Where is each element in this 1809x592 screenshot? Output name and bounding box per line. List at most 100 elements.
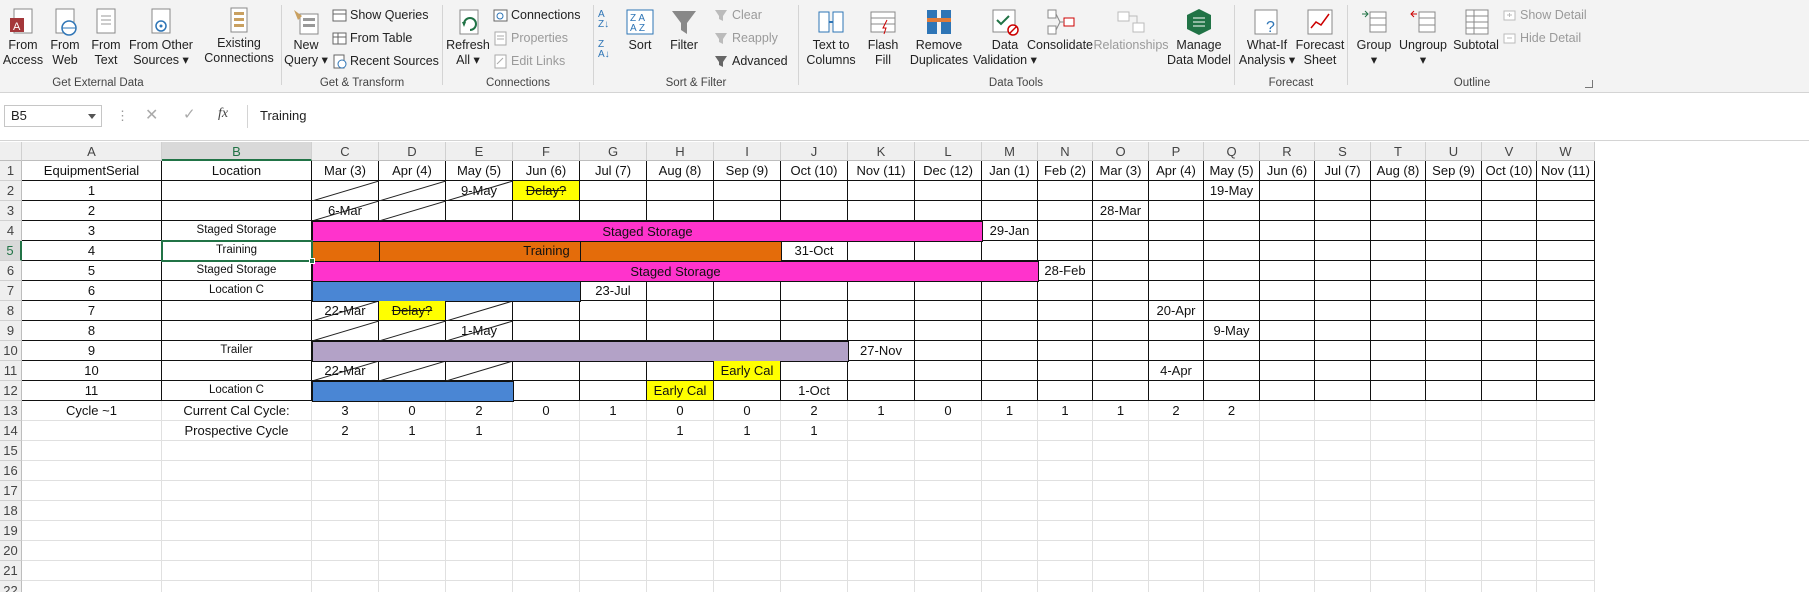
cell-i17[interactable]: [714, 481, 781, 501]
cell-q12[interactable]: [1204, 381, 1260, 401]
cell-u3[interactable]: [1426, 201, 1482, 221]
cell-u5[interactable]: [1426, 241, 1482, 261]
cell-r14[interactable]: [1260, 421, 1315, 441]
refresh-all-button[interactable]: Refresh All ▾: [446, 4, 490, 74]
column-header-e[interactable]: E: [446, 142, 513, 161]
cell-s10[interactable]: [1315, 341, 1371, 361]
cell-e21[interactable]: [446, 561, 513, 581]
column-header-n[interactable]: N: [1038, 142, 1093, 161]
cell-k9[interactable]: [848, 321, 915, 341]
cell-l11[interactable]: [915, 361, 982, 381]
cell-l18[interactable]: [915, 501, 982, 521]
cell-v1[interactable]: Oct (10): [1482, 161, 1537, 181]
cell-a12[interactable]: 11: [22, 381, 162, 401]
timeline-bar-staged-storage[interactable]: Staged Storage: [312, 221, 983, 242]
cell-m12[interactable]: [982, 381, 1038, 401]
cell-r21[interactable]: [1260, 561, 1315, 581]
spreadsheet-grid[interactable]: A B C D E F G H I J K L M N O P Q R S T U V W 1 2 3 4 5 6 7 8 9 10 11 12 13…: [0, 142, 1809, 592]
cell-u13[interactable]: [1426, 401, 1482, 421]
cell-o3[interactable]: 28-Mar: [1093, 201, 1149, 221]
cell-l13[interactable]: 0: [915, 401, 982, 421]
cell-w17[interactable]: [1537, 481, 1595, 501]
cell-l7[interactable]: [915, 281, 982, 301]
cell-q1[interactable]: May (5): [1204, 161, 1260, 181]
cell-b17[interactable]: [162, 481, 312, 501]
cell-l21[interactable]: [915, 561, 982, 581]
filter-button[interactable]: Filter: [664, 4, 704, 74]
cell-d15[interactable]: [379, 441, 446, 461]
cell-d13[interactable]: 0: [379, 401, 446, 421]
cell-j14[interactable]: 1: [781, 421, 848, 441]
cell-j1[interactable]: Oct (10): [781, 161, 848, 181]
cell-e19[interactable]: [446, 521, 513, 541]
cell-r3[interactable]: [1260, 201, 1315, 221]
cell-c1[interactable]: Mar (3): [312, 161, 379, 181]
cell-b11[interactable]: [162, 361, 312, 381]
cell-w11[interactable]: [1537, 361, 1595, 381]
cell-a16[interactable]: [22, 461, 162, 481]
cell-k15[interactable]: [848, 441, 915, 461]
cell-g12[interactable]: [580, 381, 647, 401]
cell-e13[interactable]: 2: [446, 401, 513, 421]
cell-a6[interactable]: 5: [22, 261, 162, 281]
cell-w20[interactable]: [1537, 541, 1595, 561]
cell-v15[interactable]: [1482, 441, 1537, 461]
cell-r13[interactable]: [1260, 401, 1315, 421]
cell-s22[interactable]: [1315, 581, 1371, 592]
cell-v14[interactable]: [1482, 421, 1537, 441]
cell-i21[interactable]: [714, 561, 781, 581]
cell-u20[interactable]: [1426, 541, 1482, 561]
cell-s5[interactable]: [1315, 241, 1371, 261]
cell-q2[interactable]: 19-May: [1204, 181, 1260, 201]
cell-q5[interactable]: [1204, 241, 1260, 261]
cell-o21[interactable]: [1093, 561, 1149, 581]
cell-p10[interactable]: [1149, 341, 1204, 361]
cell-j9[interactable]: [781, 321, 848, 341]
cell-k22[interactable]: [848, 581, 915, 592]
cell-t18[interactable]: [1371, 501, 1426, 521]
cell-g17[interactable]: [580, 481, 647, 501]
cell-e3[interactable]: [446, 201, 513, 221]
cell-i8[interactable]: [714, 301, 781, 321]
cell-i3[interactable]: [714, 201, 781, 221]
cell-o4[interactable]: [1093, 221, 1149, 241]
cell-n19[interactable]: [1038, 521, 1093, 541]
cell-p6[interactable]: [1149, 261, 1204, 281]
cell-n8[interactable]: [1038, 301, 1093, 321]
cell-n15[interactable]: [1038, 441, 1093, 461]
cell-w9[interactable]: [1537, 321, 1595, 341]
cell-v8[interactable]: [1482, 301, 1537, 321]
recent-sources-button[interactable]: Recent Sources: [332, 51, 439, 71]
cell-o8[interactable]: [1093, 301, 1149, 321]
cell-o16[interactable]: [1093, 461, 1149, 481]
cell-h8[interactable]: [647, 301, 714, 321]
row-header-21[interactable]: 21: [0, 561, 22, 581]
cell-w15[interactable]: [1537, 441, 1595, 461]
cell-r4[interactable]: [1260, 221, 1315, 241]
cell-k14[interactable]: [848, 421, 915, 441]
cell-u19[interactable]: [1426, 521, 1482, 541]
cell-m22[interactable]: [982, 581, 1038, 592]
cell-v6[interactable]: [1482, 261, 1537, 281]
row-header-20[interactable]: 20: [0, 541, 22, 561]
cell-p19[interactable]: [1149, 521, 1204, 541]
cell-q13[interactable]: 2: [1204, 401, 1260, 421]
cell-w10[interactable]: [1537, 341, 1595, 361]
cell-g20[interactable]: [580, 541, 647, 561]
cell-b3[interactable]: [162, 201, 312, 221]
cell-n11[interactable]: [1038, 361, 1093, 381]
cell-p2[interactable]: [1149, 181, 1204, 201]
cell-w6[interactable]: [1537, 261, 1595, 281]
cell-b16[interactable]: [162, 461, 312, 481]
cell-q15[interactable]: [1204, 441, 1260, 461]
cell-s1[interactable]: Jul (7): [1315, 161, 1371, 181]
cell-m8[interactable]: [982, 301, 1038, 321]
cell-u4[interactable]: [1426, 221, 1482, 241]
cell-j19[interactable]: [781, 521, 848, 541]
cell-k5[interactable]: [848, 241, 915, 261]
cell-f18[interactable]: [513, 501, 580, 521]
relationships-button[interactable]: Relationships: [1093, 4, 1169, 74]
cell-h15[interactable]: [647, 441, 714, 461]
enter-check-icon[interactable]: ✓: [183, 105, 196, 123]
forecast-sheet-button[interactable]: Forecast Sheet: [1295, 4, 1345, 74]
